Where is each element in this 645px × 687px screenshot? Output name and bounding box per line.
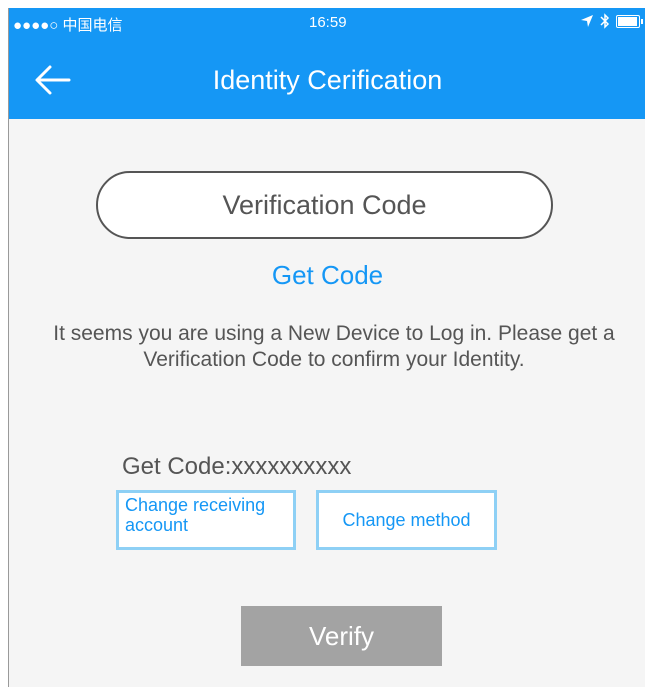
location-arrow-icon	[581, 15, 593, 27]
carrier-text: ●●●●○ 中国电信	[13, 17, 123, 34]
verification-code-input[interactable]	[96, 171, 553, 239]
bluetooth-icon	[600, 13, 610, 29]
verify-button[interactable]: Verify	[241, 606, 442, 666]
info-message: It seems you are using a New Device to L…	[53, 322, 615, 371]
status-time: 16:59	[309, 14, 347, 31]
get-code-link[interactable]: Get Code	[9, 260, 645, 291]
status-icons	[580, 13, 643, 29]
status-bar: ●●●●○ 中国电信 16:59	[9, 8, 645, 38]
nav-bar: Identity Cerification	[9, 38, 645, 119]
page-title: Identity Cerification	[212, 65, 443, 95]
change-method-button[interactable]: Change method	[316, 490, 497, 550]
change-receiving-account-button[interactable]: Change receiving account	[116, 490, 296, 550]
get-code-label: Get Code:xxxxxxxxxx	[122, 453, 352, 480]
phone-screen: ●●●●○ 中国电信 16:59 Identity Cerification G…	[8, 8, 645, 687]
battery-icon	[616, 14, 643, 28]
